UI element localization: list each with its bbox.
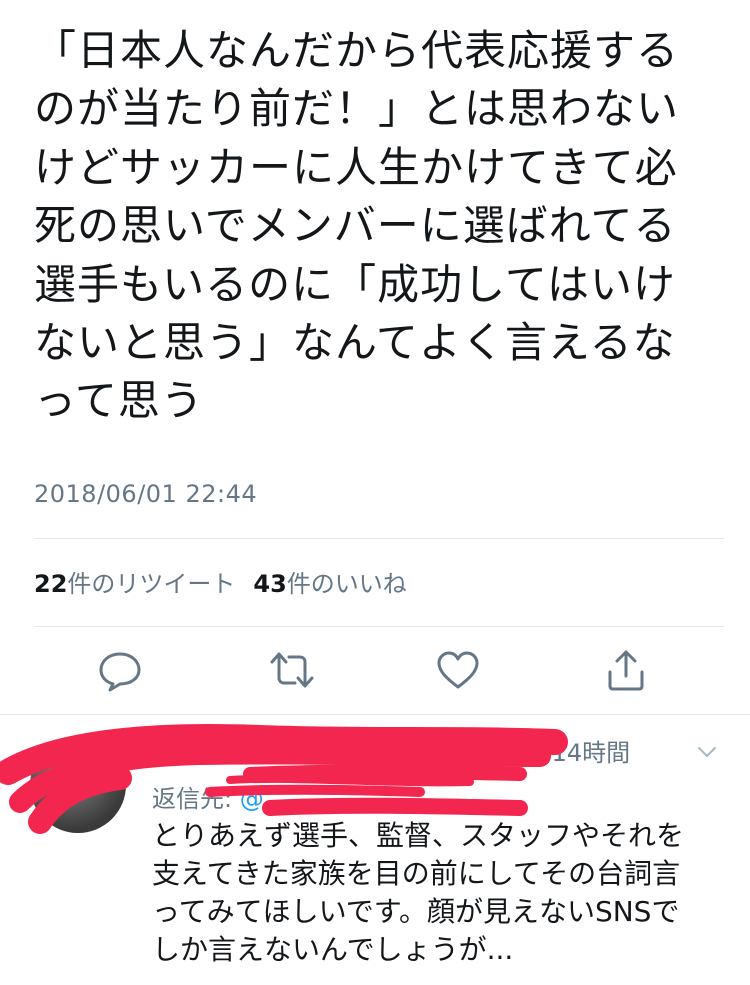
tweet-text-line: 「日本人なんだから代表応援する xyxy=(34,26,680,75)
tweet-detail-screen: 「日本人なんだから代表応援する のが当たり前だ！」とは思わない けどサッカーに人… xyxy=(0,0,750,985)
likes-label: 件のいいね xyxy=(286,570,407,598)
retweets-label: 件のリツイート xyxy=(67,570,236,598)
tweet-text-line: 選手もいるのに「成功してはいけ xyxy=(34,259,677,309)
reply-time-text: 14時間 xyxy=(551,739,631,767)
reply-icon xyxy=(99,652,141,692)
reply-tweet[interactable]: ... · 14時間 返信先: @ とりあえず選手、監督、スタッフやそれを 支えて… xyxy=(0,715,750,985)
tweet-text-line: ないと思う」なんてよく言えるな xyxy=(34,318,676,368)
reply-to-prefix: 返信先: xyxy=(152,785,233,813)
tweet-actions xyxy=(0,646,750,698)
reply-text-line: しか言えないんでしょうが... xyxy=(152,933,514,966)
likes-count: 43 xyxy=(253,570,287,598)
share-icon xyxy=(608,650,644,691)
heart-icon xyxy=(437,651,479,689)
reply-timestamp: · 14時間 xyxy=(540,739,631,767)
tweet-text-line: 死の思いでメンバーに選ばれてる xyxy=(34,201,677,251)
retweet-button[interactable] xyxy=(268,646,316,694)
share-button[interactable] xyxy=(602,646,650,694)
like-button[interactable] xyxy=(434,646,482,694)
chevron-down-icon[interactable] xyxy=(696,741,718,763)
tweet-timestamp: 2018/06/01 22:44 xyxy=(34,480,258,508)
retweets-count: 22 xyxy=(34,570,68,598)
tweet-text-line: って思う xyxy=(34,376,204,426)
reply-text: とりあえず選手、監督、スタッフやそれを 支えてきた家族を目の前にしてその台詞言 … xyxy=(152,817,732,969)
retweets-stat[interactable]: 22件のリツイート xyxy=(34,570,235,598)
reply-to-line: 返信先: @ xyxy=(152,779,264,814)
reply-text-line: とりあえず選手、監督、スタッフやそれを xyxy=(152,819,685,852)
reply-to-mention[interactable]: @ xyxy=(240,785,264,813)
tweet-text: 「日本人なんだから代表応援する のが当たり前だ！」とは思わない けどサッカーに人… xyxy=(34,22,724,431)
reply-text-line: 支えてきた家族を目の前にしてその台詞言 xyxy=(152,857,681,890)
tweet-text-line: けどサッカーに人生かけてきて必 xyxy=(34,142,678,192)
divider xyxy=(34,626,724,627)
divider xyxy=(34,538,724,539)
retweet-icon xyxy=(270,652,314,688)
likes-stat[interactable]: 43件のいいね xyxy=(253,570,406,598)
reply-author-name[interactable]: ... xyxy=(150,737,177,765)
avatar[interactable] xyxy=(30,737,126,833)
tweet-stats: 22件のリツイート 43件のいいね xyxy=(34,564,407,599)
reply-button[interactable] xyxy=(96,646,144,694)
reply-text-line: ってみてほしいです。顔が見えないSNSで xyxy=(152,895,680,928)
tweet-text-line: のが当たり前だ！」とは思わない xyxy=(34,84,680,134)
